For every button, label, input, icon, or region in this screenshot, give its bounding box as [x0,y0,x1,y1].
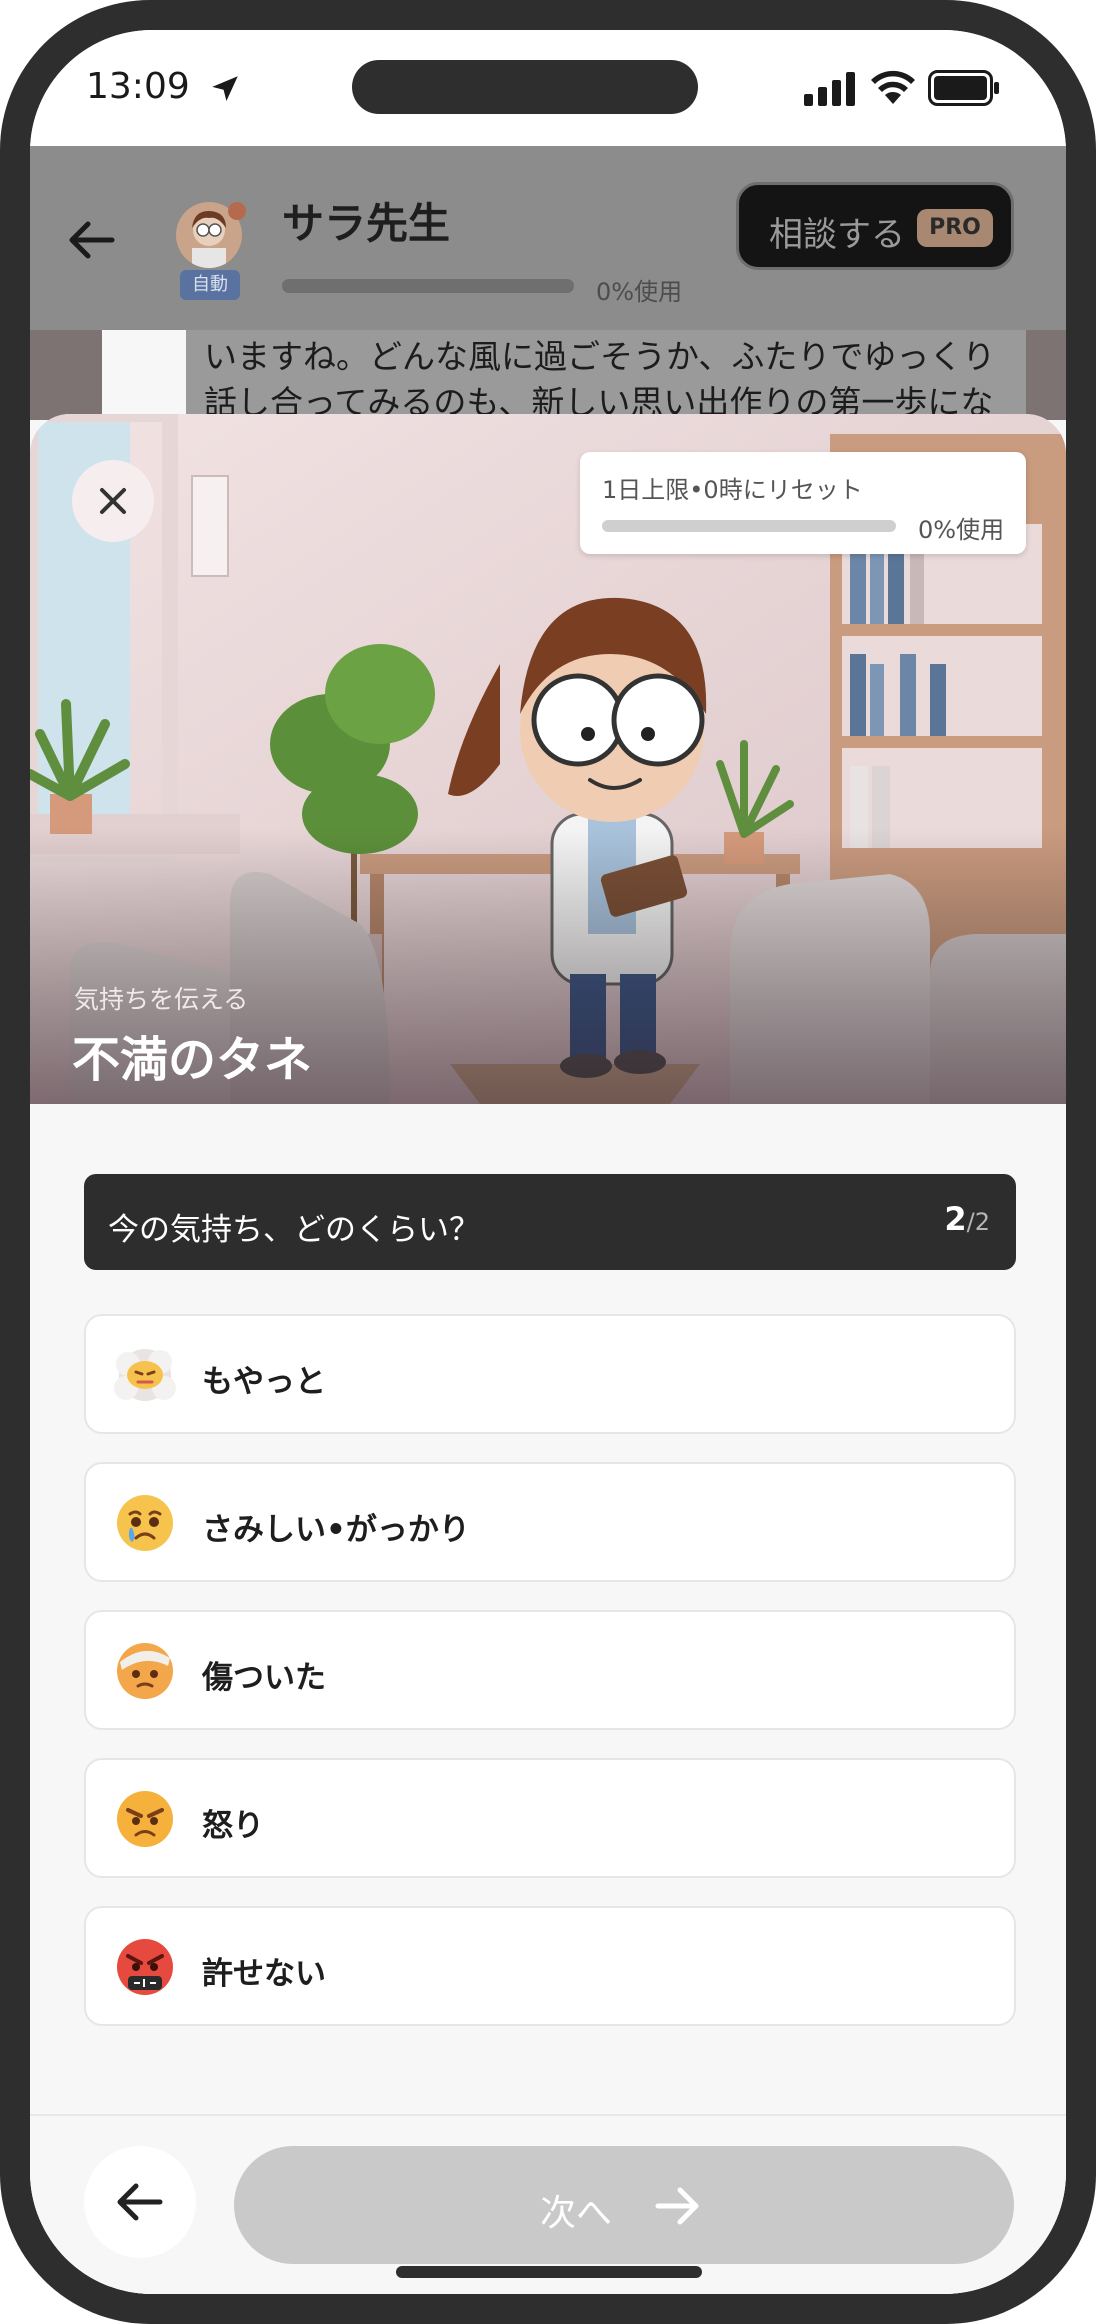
option-label: 怒り [202,1808,264,1844]
consult-button-label: 相談する [769,215,905,255]
hero-subtitle: 気持ちを伝える [74,985,249,1014]
usage-progress-bar [282,279,574,293]
question-bar: 今の気持ち、どのくらい？ 2/2 [84,1174,1016,1270]
question-step: 2/2 [944,1200,990,1238]
chat-header: 自動 サラ先生 0%使用 相談する PRO [30,146,1066,330]
question-step-current: 2 [944,1200,967,1238]
auto-badge: 自動 [180,270,240,300]
wifi-icon [871,70,915,104]
status-time: 13:09 [86,66,190,107]
consult-button[interactable]: 相談する PRO [736,182,1014,270]
option-label: 傷ついた [202,1660,326,1696]
hero-illustration: 1日上限•0時にリセット 0%使用 気持ちを伝える 不満のタネ [30,414,1066,1104]
close-button[interactable] [72,460,154,542]
back-arrow-icon[interactable] [66,220,116,260]
cellular-signal-icon [804,72,855,106]
battery-icon [928,70,999,106]
previous-button[interactable] [84,2146,196,2258]
dynamic-island [352,60,698,114]
question-step-separator: / [966,1208,975,1236]
question-text: 今の気持ち、どのくらい？ [108,1212,480,1248]
pro-badge: PRO [917,209,993,247]
option-unforgivable[interactable]: 許せない [84,1906,1016,2026]
feeling-sheet: 1日上限•0時にリセット 0%使用 気持ちを伝える 不満のタネ 今の気持ち、どの… [30,414,1066,2294]
phone-frame: 13:09 自動 サラ先生 0%使用 相談する PRO いますね。どんな風に過ご… [0,0,1096,2324]
chat-message-bubble: いますね。どんな風に過ごそうか、ふたりでゆっくり話し合ってみるのも、新しい思い出… [186,330,1026,420]
option-anger[interactable]: 怒り [84,1758,1016,1878]
forward-arrow-icon [655,2187,699,2225]
option-label: 許せない [202,1956,326,1992]
option-moyatto[interactable]: もやっと [84,1314,1016,1434]
option-label: さみしい•がっかり [202,1512,470,1548]
chat-background-right [1026,330,1066,420]
chat-background-left [30,330,102,420]
teacher-name: サラ先生 [282,199,451,248]
question-step-total: 2 [974,1208,990,1236]
online-indicator [228,202,246,220]
daily-limit-usage: 0%使用 [918,516,1005,544]
close-icon [100,488,126,514]
hero-title: 不満のタネ [72,1032,313,1088]
crying-face-icon [117,1495,173,1551]
usage-label: 0%使用 [596,278,683,306]
next-button-label: 次へ [540,2193,613,2234]
phone-screen: 13:09 自動 サラ先生 0%使用 相談する PRO いますね。どんな風に過ご… [30,30,1066,2294]
home-indicator[interactable] [396,2266,702,2278]
status-bar: 13:09 [30,30,1066,146]
daily-limit-card: 1日上限•0時にリセット 0%使用 [580,452,1026,554]
back-arrow-icon [117,2183,163,2221]
location-arrow-icon [212,76,238,102]
option-label: もやっと [202,1364,326,1400]
chat-message-text: いますね。どんな風に過ごそうか、ふたりでゆっくり話し合ってみるのも、新しい思い出… [204,337,996,420]
option-hurt[interactable]: 傷ついた [84,1610,1016,1730]
fog-face-icon [114,1349,176,1401]
next-button[interactable]: 次へ [234,2146,1014,2264]
cursing-face-icon [117,1939,173,1995]
daily-limit-label: 1日上限•0時にリセット [602,476,863,504]
angry-face-icon [117,1791,173,1847]
bandaged-face-icon [117,1643,173,1699]
option-sad-disappointed[interactable]: さみしい•がっかり [84,1462,1016,1582]
daily-limit-progress-bar [602,520,896,532]
